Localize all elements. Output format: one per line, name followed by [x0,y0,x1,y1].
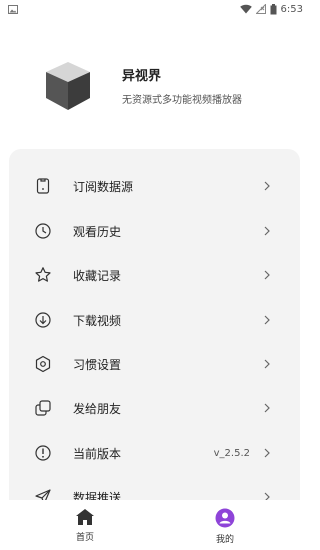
menu-label: 订阅数据源 [73,179,134,194]
menu-item-subscription[interactable]: 订阅数据源 [9,164,300,208]
chevron-right-icon [262,358,272,370]
chevron-right-icon [262,180,272,192]
menu-label: 下载视频 [73,313,122,328]
info-icon [33,443,53,463]
profile-header: 异视界 无资源式多功能视频播放器 [0,56,309,116]
app-name: 异视界 [122,69,162,84]
menu-card: 订阅数据源 观看历史 收藏记录 下载视频 习惯设置 发给朋友 当前版本 v_2.… [9,149,300,550]
menu-label: 当前版本 [73,446,122,461]
signal-off-icon [255,4,266,14]
battery-icon [270,3,277,14]
menu-label: 发给朋友 [73,401,122,416]
status-time: 6:53 [280,3,303,15]
download-icon [33,310,53,330]
nav-home-label: 首页 [75,533,94,543]
chevron-right-icon [262,269,272,281]
clock-icon [33,221,53,241]
wifi-icon [239,4,252,14]
status-bar: 6:53 [0,0,309,18]
status-right: 6:53 [239,3,303,15]
star-icon [33,265,53,285]
chevron-right-icon [262,402,272,414]
menu-item-share[interactable]: 发给朋友 [9,386,300,430]
share-icon [33,398,53,418]
menu-item-favorites[interactable]: 收藏记录 [9,253,300,297]
menu-item-version[interactable]: 当前版本 v_2.5.2 [9,431,300,475]
image-notification-icon [8,4,18,14]
user-icon [215,508,235,528]
settings-icon [33,354,53,374]
app-logo [44,60,92,112]
chevron-right-icon [262,314,272,326]
bottom-nav: 首页 我的 [0,500,309,550]
nav-mine-label: 我的 [215,535,234,545]
menu-label: 观看历史 [73,224,122,239]
chevron-right-icon [262,225,272,237]
nav-home[interactable]: 首页 [55,508,115,546]
chevron-right-icon [262,447,272,459]
menu-label: 收藏记录 [73,268,122,283]
app-description: 无资源式多功能视频播放器 [122,95,242,106]
version-value: v_2.5.2 [213,447,250,459]
menu-item-download[interactable]: 下载视频 [9,298,300,342]
menu-label: 习惯设置 [73,357,122,372]
status-left [8,4,18,14]
home-icon [76,509,94,525]
nav-mine[interactable]: 我的 [195,508,255,546]
menu-item-preferences[interactable]: 习惯设置 [9,342,300,386]
subscription-icon [33,176,53,196]
menu-item-history[interactable]: 观看历史 [9,209,300,253]
